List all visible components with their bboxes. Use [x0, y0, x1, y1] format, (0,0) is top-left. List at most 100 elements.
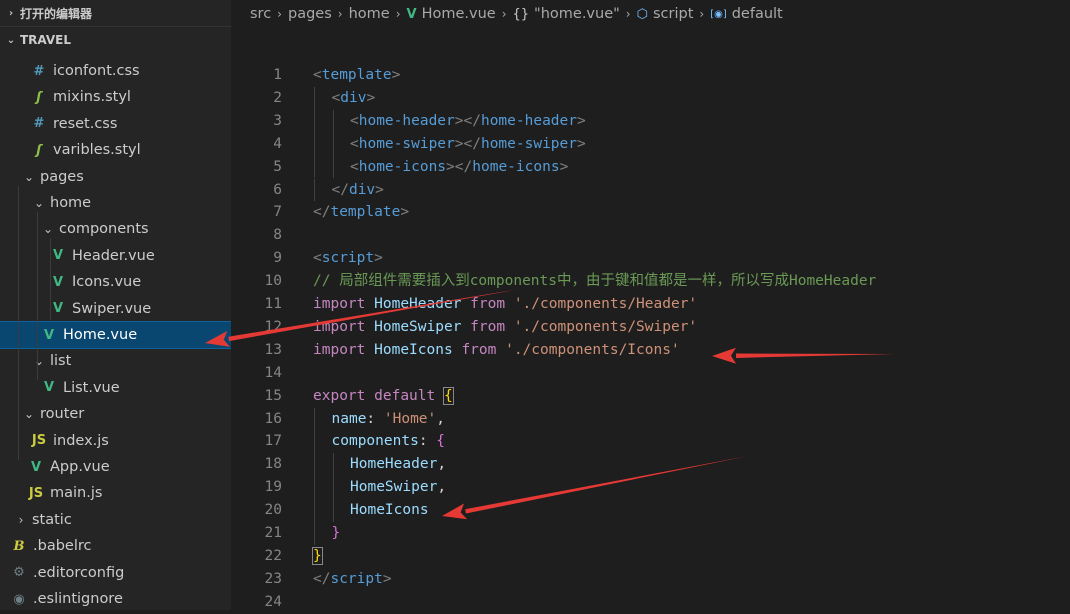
- chevron-down-icon[interactable]: ⌄: [32, 196, 46, 210]
- code-line[interactable]: 24: [231, 591, 1070, 614]
- chevron-down-icon[interactable]: ⌄: [22, 170, 36, 184]
- tree-item-label: main.js: [50, 485, 103, 502]
- tree-item-editorconfig[interactable]: ⚙ .editorconfig: [0, 560, 231, 586]
- code-line[interactable]: 5 <home-icons></home-icons>: [231, 155, 1070, 179]
- js-file-icon: JS: [31, 433, 47, 449]
- tree-item-label: iconfont.css: [53, 63, 140, 79]
- line-number: 14: [264, 364, 282, 381]
- tree-item-header-vue[interactable]: V Header.vue: [0, 243, 231, 269]
- breadcrumb-item[interactable]: home: [349, 6, 390, 22]
- breadcrumb-label: src: [250, 6, 272, 22]
- tree-item-list-vue[interactable]: V List.vue: [0, 375, 231, 401]
- code-token: {: [442, 386, 454, 405]
- chevron-right-icon: ›: [337, 7, 343, 21]
- open-editors-header[interactable]: › 打开的编辑器: [0, 0, 231, 27]
- code-line[interactable]: 23 </script>: [231, 568, 1070, 591]
- chevron-down-icon[interactable]: ⌄: [41, 222, 55, 236]
- code-line[interactable]: 8: [231, 224, 1070, 247]
- code-token: ></: [454, 135, 481, 152]
- code-token: HomeSwiper: [350, 479, 438, 496]
- line-number: 6: [273, 181, 282, 198]
- chevron-right-icon[interactable]: ›: [14, 513, 28, 527]
- breadcrumb-item[interactable]: {} "home.vue": [513, 6, 620, 22]
- code-line[interactable]: 10 // 局部组件需要插入到components中，由于键和值都是一样，所以写成…: [231, 270, 1070, 293]
- tree-item-list[interactable]: ⌄ list: [0, 348, 231, 374]
- breadcrumb-label: home: [348, 6, 390, 22]
- js-file-icon: JS: [28, 485, 44, 501]
- tree-item-label: home: [50, 195, 92, 211]
- code-line[interactable]: 20 HomeIcons: [231, 499, 1070, 522]
- tree-item-app-vue[interactable]: V App.vue: [0, 454, 231, 480]
- line-number: 20: [264, 502, 282, 519]
- chevron-down-icon[interactable]: ⌄: [32, 354, 46, 368]
- chevron-down-icon[interactable]: ⌄: [22, 407, 36, 421]
- code-token: :: [418, 433, 437, 450]
- code-line[interactable]: 22}: [231, 545, 1070, 568]
- tree-item-varibles-styl[interactable]: ʃ varibles.styl: [0, 137, 231, 163]
- tree-item-index-js[interactable]: JS index.js: [0, 428, 231, 454]
- tree-item-home[interactable]: ⌄ home: [0, 190, 231, 216]
- tree-item-label: Icons.vue: [72, 274, 142, 291]
- breadcrumb-item[interactable]: src: [250, 6, 271, 22]
- tree-item-home-vue[interactable]: V Home.vue: [0, 321, 231, 349]
- tree-item-pages[interactable]: ⌄ pages: [0, 164, 231, 190]
- tree-item-icons-vue[interactable]: V Icons.vue: [0, 269, 231, 295]
- tree-item-eslintignore[interactable]: ◉ .eslintignore: [0, 586, 231, 610]
- tree-item-babelrc[interactable]: B .babelrc: [0, 533, 231, 559]
- code-line[interactable]: 3 <home-header></home-header>: [231, 109, 1070, 133]
- breadcrumb-label: Home.vue: [421, 6, 496, 22]
- code-line[interactable]: 19 HomeSwiper,: [231, 476, 1070, 500]
- tree-item-main-js[interactable]: JS main.js: [0, 480, 231, 506]
- tree-item-reset-css[interactable]: # reset.css: [0, 111, 231, 137]
- code-token: >: [400, 204, 410, 221]
- tree-item-iconfont-css[interactable]: # iconfont.css: [0, 58, 231, 84]
- code-token: template: [330, 204, 401, 221]
- code-line[interactable]: 9 <script>: [231, 247, 1070, 270]
- breadcrumb-item[interactable]: V Home.vue: [407, 6, 496, 22]
- tree-item-components[interactable]: ⌄ components: [0, 216, 231, 242]
- line-number: 24: [264, 593, 282, 610]
- code-token: </: [313, 204, 331, 221]
- tree-item-label: router: [40, 406, 85, 423]
- code-line[interactable]: 1 <template>: [231, 64, 1070, 87]
- tree-item-swiper-vue[interactable]: V Swiper.vue: [0, 296, 231, 322]
- code-token: import: [313, 341, 366, 358]
- code-token: HomeHeader: [374, 296, 462, 312]
- code-line[interactable]: 18 HomeHeader,: [231, 453, 1070, 477]
- code-token: div: [348, 181, 376, 198]
- tree-item-mixins-styl[interactable]: ʃ mixins.styl: [0, 84, 231, 110]
- breadcrumb-item[interactable]: ⬡ script: [637, 6, 694, 22]
- project-header[interactable]: ⌄ TRAVEL: [0, 27, 231, 53]
- code-line[interactable]: 12 import HomeSwiper from './components/S…: [231, 316, 1070, 339]
- code-token: home-header: [480, 112, 577, 129]
- breadcrumb-item[interactable]: [◉] default: [710, 6, 783, 22]
- chevron-right-icon: ›: [8, 7, 14, 19]
- code-token: <: [350, 135, 359, 152]
- code-line[interactable]: 7 </template>: [231, 201, 1070, 224]
- code-line[interactable]: 14: [231, 362, 1070, 385]
- line-number: 12: [264, 318, 282, 335]
- tree-item-label: List.vue: [63, 379, 120, 396]
- tree-item-label: .eslintignore: [33, 591, 123, 607]
- code-line[interactable]: 2 <div>: [231, 86, 1070, 110]
- code-line[interactable]: 17 components: {: [231, 430, 1070, 454]
- code-line[interactable]: 13 import HomeIcons from './components/Ic…: [231, 339, 1070, 362]
- code-line[interactable]: 16 name: 'Home',: [231, 407, 1070, 431]
- code-token: ,: [437, 456, 447, 473]
- code-line[interactable]: 6 </div>: [231, 178, 1070, 202]
- indent-guide: [314, 86, 315, 110]
- code-line[interactable]: 4 <home-swiper></home-swiper>: [231, 132, 1070, 156]
- code-token: // 局部组件需要插入到components中，由于键和值都是一样，所以写成Ho…: [313, 273, 877, 290]
- code-line[interactable]: 21}: [231, 522, 1070, 545]
- tree-item-static[interactable]: › static: [0, 507, 231, 533]
- chevron-right-icon: ›: [277, 7, 282, 21]
- line-number: 22: [264, 547, 282, 564]
- breadcrumb-item[interactable]: pages: [288, 6, 332, 22]
- code-line[interactable]: 15 export default {: [231, 385, 1070, 408]
- code-line[interactable]: 11 import HomeHeader from './components/H…: [231, 293, 1070, 316]
- tree-item-router[interactable]: ⌄ router: [0, 401, 231, 427]
